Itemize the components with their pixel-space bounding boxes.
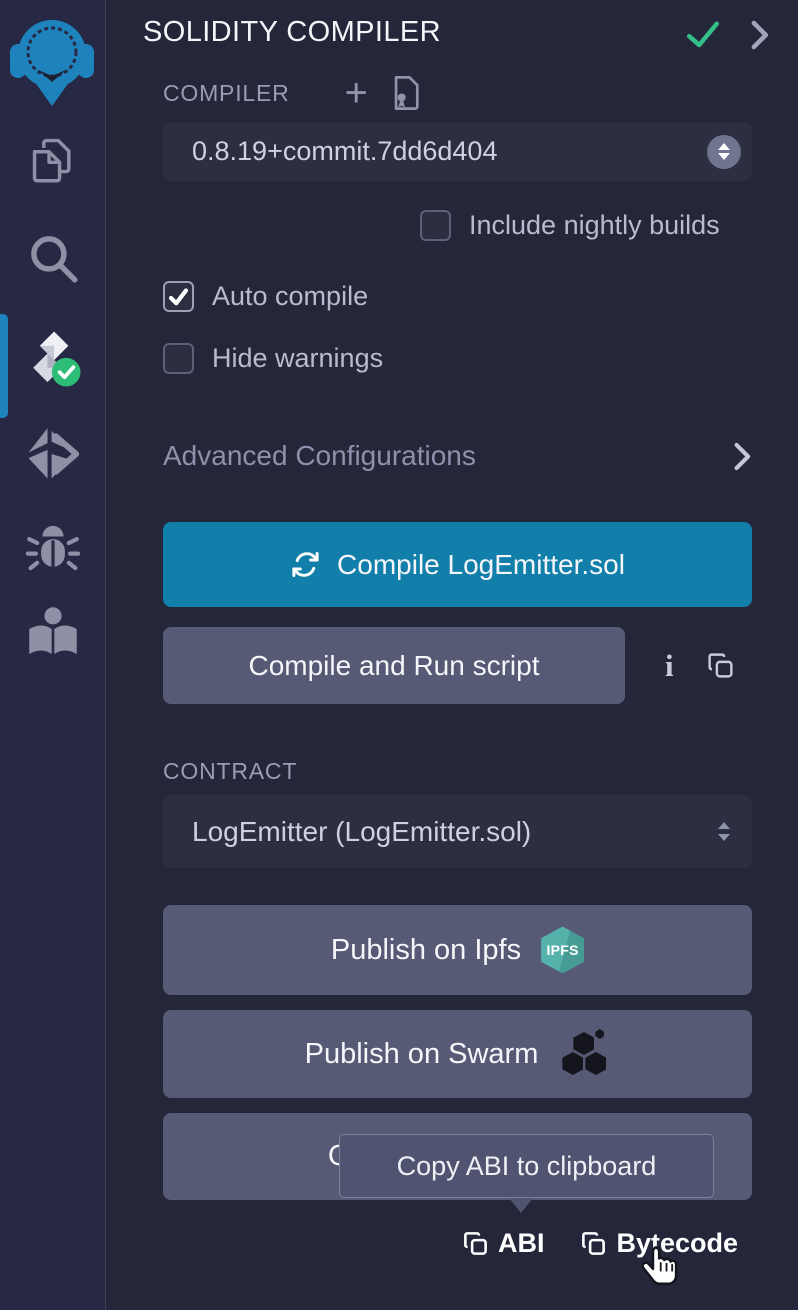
- compiler-section-label: COMPILER: [163, 80, 290, 107]
- hide-warnings-checkbox[interactable]: [163, 343, 194, 374]
- compiler-version-select[interactable]: 0.8.19+commit.7dd6d404: [163, 122, 752, 181]
- solidity-compiler-panel: SOLIDITY COMPILER COMPILER +: [107, 0, 798, 1310]
- open-compiler-config-file-icon[interactable]: [388, 74, 422, 112]
- ipfs-logo-icon: IPFS: [541, 927, 584, 974]
- remix-solidity-compiler-panel: SOLIDITY COMPILER COMPILER +: [0, 0, 798, 1310]
- swarm-logo-icon: [560, 1031, 610, 1077]
- contract-select-arrows-icon: [718, 822, 730, 841]
- sidebar-item-documentation[interactable]: [0, 604, 106, 662]
- collapse-panel-chevron-icon[interactable]: [751, 19, 770, 51]
- copy-icon: [580, 1230, 607, 1257]
- publish-swarm-button[interactable]: Publish on Swarm: [163, 1010, 752, 1098]
- copy-abi-button[interactable]: ABI: [462, 1228, 545, 1259]
- compile-and-run-label: Compile and Run script: [248, 650, 539, 682]
- copy-icon: [462, 1230, 489, 1257]
- compiler-version-value: 0.8.19+commit.7dd6d404: [192, 136, 497, 167]
- contract-select-value: LogEmitter (LogEmitter.sol): [192, 816, 531, 848]
- compile-and-run-button[interactable]: Compile and Run script: [163, 627, 625, 704]
- compile-button-label: Compile LogEmitter.sol: [337, 549, 625, 581]
- hide-warnings-label: Hide warnings: [212, 343, 383, 374]
- info-icon[interactable]: i: [665, 648, 674, 684]
- abi-label: ABI: [498, 1228, 545, 1259]
- copy-abi-tooltip: Copy ABI to clipboard: [339, 1134, 714, 1198]
- include-nightly-checkbox[interactable]: [420, 210, 451, 241]
- publish-ipfs-label: Publish on Ipfs: [331, 934, 521, 967]
- icon-sidebar: [0, 0, 106, 1310]
- sidebar-item-debugger[interactable]: [0, 518, 106, 576]
- refresh-icon: [290, 549, 321, 580]
- hide-warnings-checkbox-row[interactable]: Hide warnings: [163, 343, 383, 374]
- sidebar-item-search[interactable]: [0, 228, 106, 288]
- advanced-configurations-toggle[interactable]: Advanced Configurations: [163, 440, 752, 472]
- auto-compile-label: Auto compile: [212, 281, 368, 312]
- bytecode-label: Bytecode: [616, 1228, 738, 1259]
- auto-compile-checkbox-row[interactable]: Auto compile: [163, 281, 368, 312]
- page-title: SOLIDITY COMPILER: [143, 16, 441, 49]
- sidebar-item-file-explorer[interactable]: [0, 132, 106, 190]
- publish-swarm-label: Publish on Swarm: [305, 1038, 539, 1071]
- include-nightly-label: Include nightly builds: [469, 210, 720, 241]
- tooltip-caret: [509, 1198, 533, 1213]
- advanced-configurations-label: Advanced Configurations: [163, 440, 476, 472]
- contract-select[interactable]: LogEmitter (LogEmitter.sol): [163, 795, 752, 868]
- copy-artifacts-row: ABI Bytecode: [462, 1228, 738, 1259]
- compile-success-check-icon: [686, 20, 720, 50]
- sidebar-item-deploy-and-run[interactable]: [0, 424, 106, 484]
- compile-button[interactable]: Compile LogEmitter.sol: [163, 522, 752, 607]
- chevron-right-icon: [734, 441, 752, 472]
- copy-script-icon[interactable]: [706, 651, 735, 680]
- include-nightly-checkbox-row[interactable]: Include nightly builds: [420, 210, 720, 241]
- publish-ipfs-button[interactable]: Publish on Ipfs IPFS: [163, 905, 752, 995]
- add-custom-compiler-icon[interactable]: +: [345, 78, 368, 108]
- contract-section-label: CONTRACT: [163, 758, 297, 785]
- copy-bytecode-button[interactable]: Bytecode: [580, 1228, 738, 1259]
- auto-compile-checkbox[interactable]: [163, 281, 194, 312]
- sidebar-item-solidity-compiler[interactable]: [0, 326, 106, 392]
- remix-logo[interactable]: [8, 6, 96, 110]
- version-select-arrows-icon: [707, 135, 741, 169]
- checkmark-icon: [168, 286, 189, 307]
